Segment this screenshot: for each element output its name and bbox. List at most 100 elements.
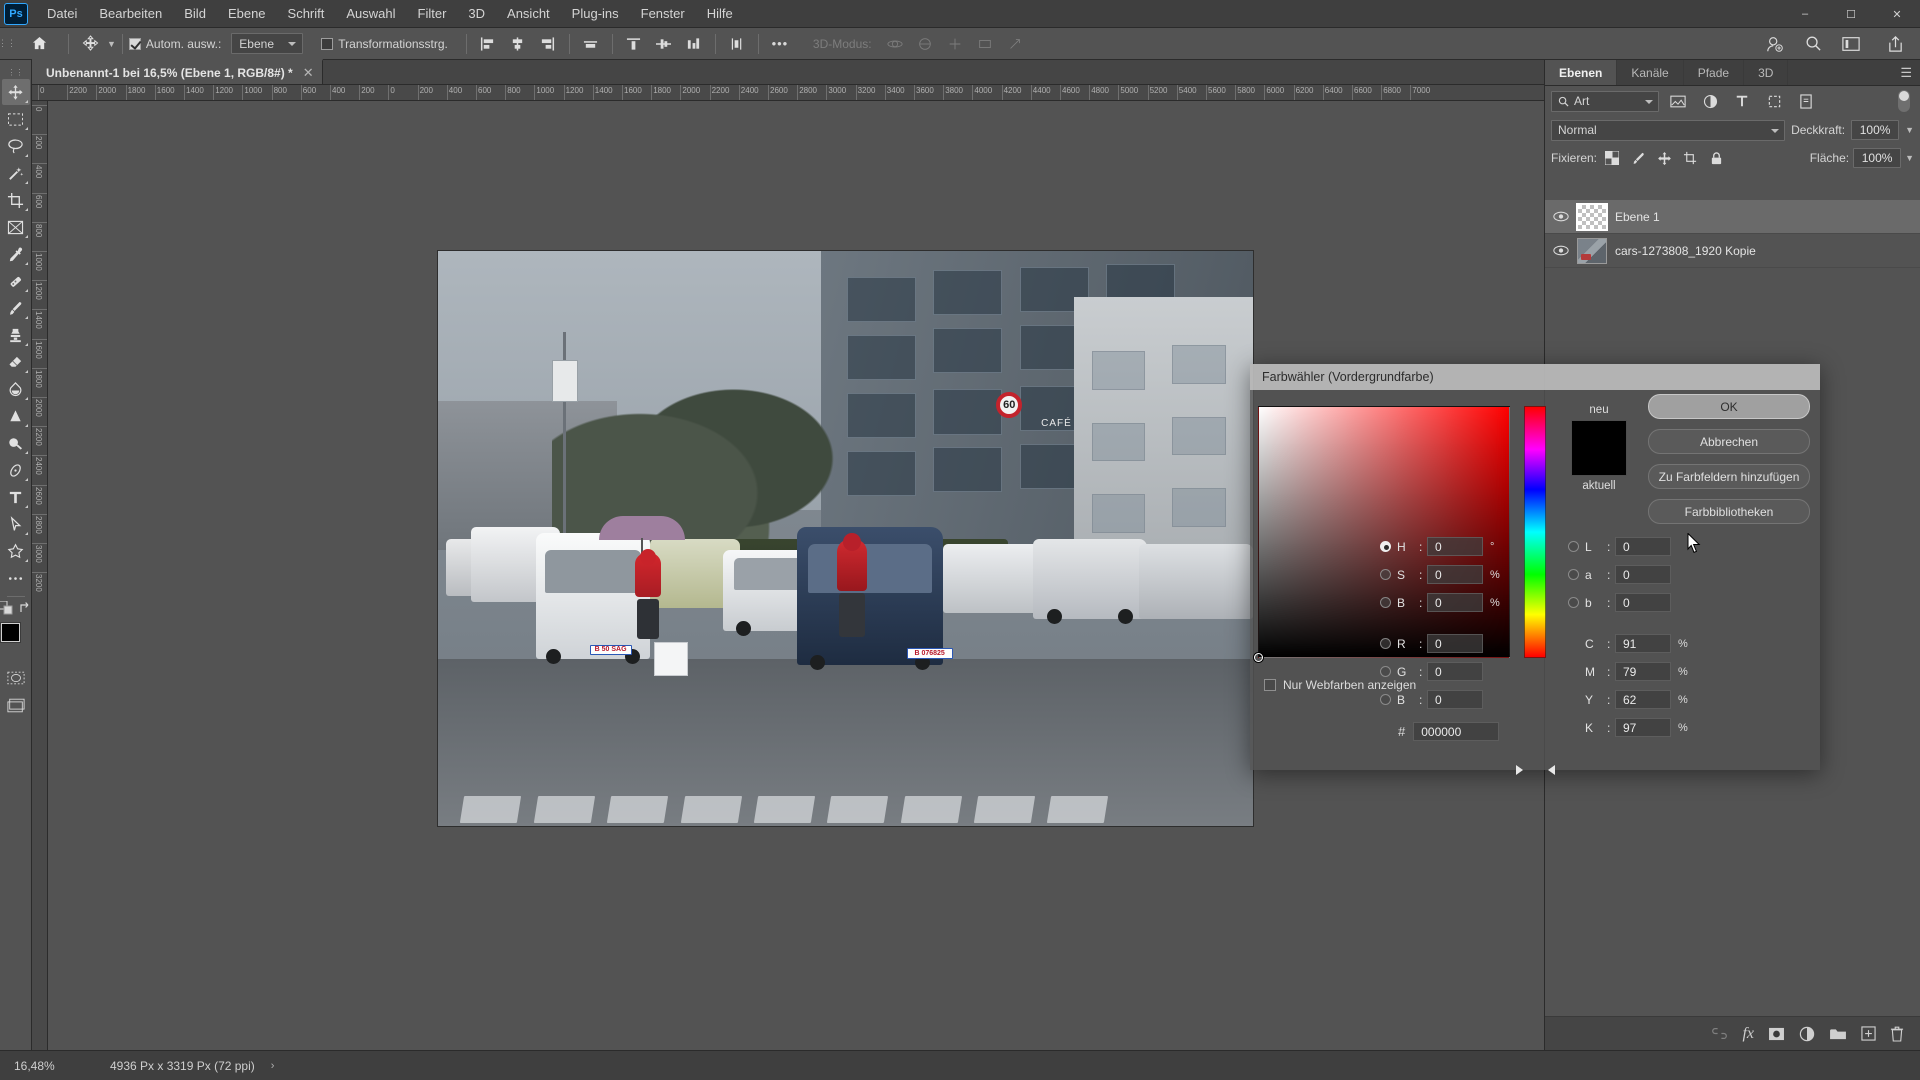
distribute-top-icon[interactable] <box>619 31 649 57</box>
tab-pfade[interactable]: Pfade <box>1684 60 1745 85</box>
minimize-button[interactable]: – <box>1782 0 1828 28</box>
hex-input[interactable]: 000000 <box>1413 722 1500 741</box>
color-picker-dialog[interactable]: Farbwähler (Vordergrundfarbe) neu aktuel… <box>1250 364 1820 775</box>
align-right-edges-icon[interactable] <box>533 31 563 57</box>
menu-datei[interactable]: Datei <box>36 2 88 25</box>
blue-input[interactable]: 0 <box>1427 690 1483 709</box>
hue-field-row[interactable]: H : 0 ° <box>1380 536 1590 557</box>
crop-tool[interactable] <box>2 187 30 213</box>
lab-a-input[interactable]: 0 <box>1615 565 1671 584</box>
menu-ansicht[interactable]: Ansicht <box>496 2 561 25</box>
tab-ebenen[interactable]: Ebenen <box>1545 60 1618 85</box>
green-radio[interactable] <box>1380 666 1391 677</box>
lab-b-field-row[interactable]: b : 0 <box>1568 592 1812 613</box>
custom-shape-tool[interactable] <box>2 538 30 564</box>
eyedropper-tool[interactable] <box>2 241 30 267</box>
cancel-button[interactable]: Abbrechen <box>1648 429 1810 454</box>
table-row[interactable]: cars-1273808_1920 Kopie <box>1545 234 1920 268</box>
table-row[interactable]: Ebene 1 <box>1545 200 1920 234</box>
lasso-tool[interactable] <box>2 133 30 159</box>
lock-transparent-pixels-icon[interactable] <box>1601 147 1623 169</box>
link-layers-icon[interactable] <box>1711 1028 1728 1039</box>
yellow-field-row[interactable]: Y : 62 % <box>1568 689 1812 710</box>
menu-bearbeiten[interactable]: Bearbeiten <box>88 2 173 25</box>
web-colors-only-checkbox[interactable]: Nur Webfarben anzeigen <box>1264 678 1416 692</box>
edit-toolbar[interactable] <box>2 565 30 591</box>
opacity-chevron-down-icon[interactable]: ▼ <box>1905 125 1914 135</box>
hue-radio[interactable] <box>1380 541 1391 552</box>
smart-object-filter-icon[interactable] <box>1793 90 1819 112</box>
opacity-input[interactable]: 100% <box>1851 120 1900 140</box>
vertical-ruler[interactable]: 0 200 400 600 800 1000 1200 1400 1600 1800 2000 220… <box>32 101 48 1050</box>
fill-chevron-down-icon[interactable]: ▼ <box>1905 153 1914 163</box>
eraser-tool[interactable] <box>2 349 30 375</box>
saturation-input[interactable]: 0 <box>1427 565 1483 584</box>
workspace-icon[interactable] <box>1836 31 1866 57</box>
red-input[interactable]: 0 <box>1427 634 1483 653</box>
blur-tool[interactable] <box>2 403 30 429</box>
menu-3d[interactable]: 3D <box>457 2 496 25</box>
screen-mode[interactable] <box>2 692 30 718</box>
green-input[interactable]: 0 <box>1427 662 1483 681</box>
status-expand-icon[interactable]: › <box>271 1060 275 1072</box>
magic-wand-tool[interactable] <box>2 160 30 186</box>
shape-filter-icon[interactable] <box>1761 90 1787 112</box>
color-preview-swatch[interactable] <box>1571 420 1627 476</box>
path-selection-tool[interactable] <box>2 511 30 537</box>
auto-select-scope-dropdown[interactable]: Ebene <box>231 33 304 54</box>
add-person-icon[interactable] <box>1760 31 1790 57</box>
document-tab[interactable]: Unbenannt-1 bei 16,5% (Ebene 1, RGB/8#) … <box>32 59 323 84</box>
tool-preset-chevron-icon[interactable]: ▼ <box>107 39 116 49</box>
move-tool-icon[interactable] <box>75 31 105 57</box>
options-bar-grip[interactable]: ⋮⋮ <box>0 28 16 60</box>
layer-name[interactable]: cars-1273808_1920 Kopie <box>1615 244 1756 258</box>
align-left-edges-icon[interactable] <box>473 31 503 57</box>
distribute-vertical-centers-icon[interactable] <box>649 31 679 57</box>
add-to-swatches-button[interactable]: Zu Farbfeldern hinzufügen <box>1648 464 1810 489</box>
lab-a-field-row[interactable]: a : 0 <box>1568 564 1812 585</box>
maximize-button[interactable]: ☐ <box>1828 0 1874 28</box>
spot-healing-brush-tool[interactable] <box>2 268 30 294</box>
layer-style-fx-icon[interactable]: fx <box>1742 1025 1754 1043</box>
color-field-marker[interactable] <box>1254 653 1263 662</box>
menu-fenster[interactable]: Fenster <box>630 2 696 25</box>
type-tool[interactable] <box>2 484 30 510</box>
red-field-row[interactable]: R : 0 <box>1380 633 1590 654</box>
new-layer-icon[interactable] <box>1861 1026 1876 1041</box>
cyan-field-row[interactable]: C : 91 % <box>1568 633 1812 654</box>
brightness-field-row[interactable]: B : 0 % <box>1380 592 1590 613</box>
distribute-spacing-icon[interactable] <box>722 31 752 57</box>
magenta-field-row[interactable]: M : 79 % <box>1568 661 1812 682</box>
lab-l-radio[interactable] <box>1568 541 1579 552</box>
layer-thumbnail[interactable] <box>1576 202 1608 231</box>
lab-b-radio[interactable] <box>1568 597 1579 608</box>
brightness-radio[interactable] <box>1380 597 1391 608</box>
black-field-row[interactable]: K : 97 % <box>1568 717 1812 738</box>
hue-slider-marker-right[interactable] <box>1548 765 1555 775</box>
gradient-tool[interactable] <box>2 376 30 402</box>
red-radio[interactable] <box>1380 638 1391 649</box>
move-tool[interactable] <box>1 79 30 105</box>
blue-field-row[interactable]: B : 0 <box>1380 689 1590 710</box>
menu-hilfe[interactable]: Hilfe <box>696 2 744 25</box>
swap-colors-icon[interactable] <box>19 601 33 615</box>
adjustment-filter-icon[interactable] <box>1697 90 1723 112</box>
layer-filter-kind-dropdown[interactable]: Art <box>1551 90 1659 112</box>
hue-input[interactable]: 0 <box>1427 537 1483 556</box>
transform-controls-checkbox[interactable]: Transformationsstrg. <box>321 37 448 51</box>
saturation-radio[interactable] <box>1380 569 1391 580</box>
quick-mask-mode[interactable] <box>2 665 30 691</box>
hue-slider-marker-left[interactable] <box>1516 765 1523 775</box>
lock-all-icon[interactable] <box>1705 147 1727 169</box>
fill-input[interactable]: 100% <box>1853 148 1902 168</box>
brush-tool[interactable] <box>2 295 30 321</box>
brightness-input[interactable]: 0 <box>1427 593 1483 612</box>
lab-a-radio[interactable] <box>1568 569 1579 580</box>
black-input[interactable]: 97 <box>1615 718 1671 737</box>
more-options-icon[interactable]: ••• <box>765 31 795 57</box>
menu-filter[interactable]: Filter <box>407 2 458 25</box>
dodge-tool[interactable] <box>2 430 30 456</box>
lock-artboard-nesting-icon[interactable] <box>1679 147 1701 169</box>
color-libraries-button[interactable]: Farbbibliotheken <box>1648 499 1810 524</box>
layer-name[interactable]: Ebene 1 <box>1615 210 1660 224</box>
